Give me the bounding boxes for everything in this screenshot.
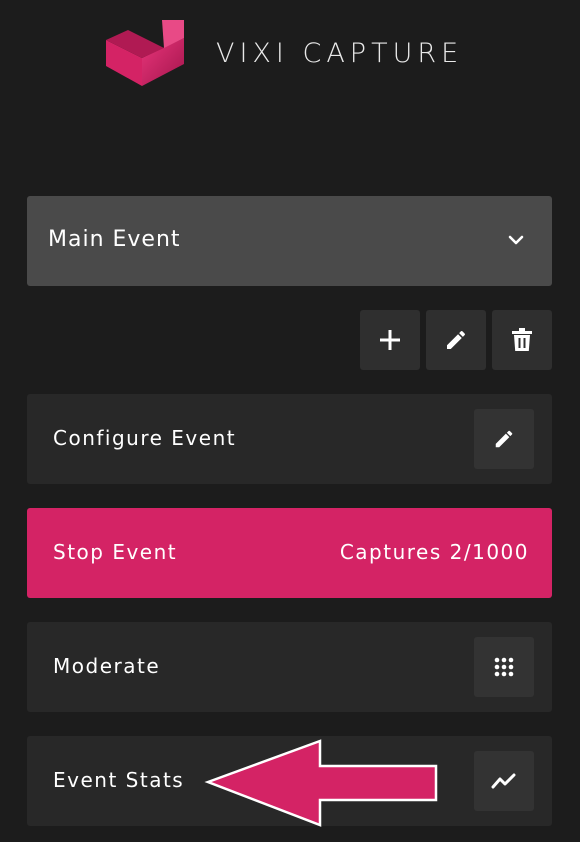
event-stats-label: Event Stats <box>53 768 185 792</box>
configure-edit-button[interactable] <box>474 409 534 469</box>
event-stats-row[interactable]: Event Stats <box>27 736 552 826</box>
chevron-down-icon <box>508 235 524 245</box>
grid-icon <box>494 657 514 677</box>
stop-event-label: Stop Event <box>53 540 178 564</box>
app-window: VIXI CAPTURE Main Event Configure Event <box>0 0 580 842</box>
trash-icon <box>512 328 532 351</box>
stop-event-button[interactable]: Stop Event Captures 2/1000 <box>27 508 552 598</box>
configure-event-label: Configure Event <box>53 426 237 450</box>
vixi-logo-icon <box>106 20 184 86</box>
delete-event-button[interactable] <box>492 310 552 370</box>
moderate-label: Moderate <box>53 654 161 678</box>
trend-line-icon <box>491 773 516 789</box>
edit-event-button[interactable] <box>426 310 486 370</box>
pencil-icon <box>447 330 466 349</box>
add-event-button[interactable] <box>360 310 420 370</box>
moderate-row[interactable]: Moderate <box>27 622 552 712</box>
moderate-grid-button[interactable] <box>474 637 534 697</box>
plus-icon <box>380 330 400 350</box>
event-select-dropdown[interactable]: Main Event <box>27 196 552 286</box>
captures-count: Captures 2/1000 <box>339 540 529 564</box>
brand-name: VIXI CAPTURE <box>216 38 464 69</box>
configure-event-row[interactable]: Configure Event <box>27 394 552 484</box>
event-stats-chart-button[interactable] <box>474 751 534 811</box>
selected-event-label: Main Event <box>48 227 181 252</box>
pencil-icon <box>495 430 513 448</box>
